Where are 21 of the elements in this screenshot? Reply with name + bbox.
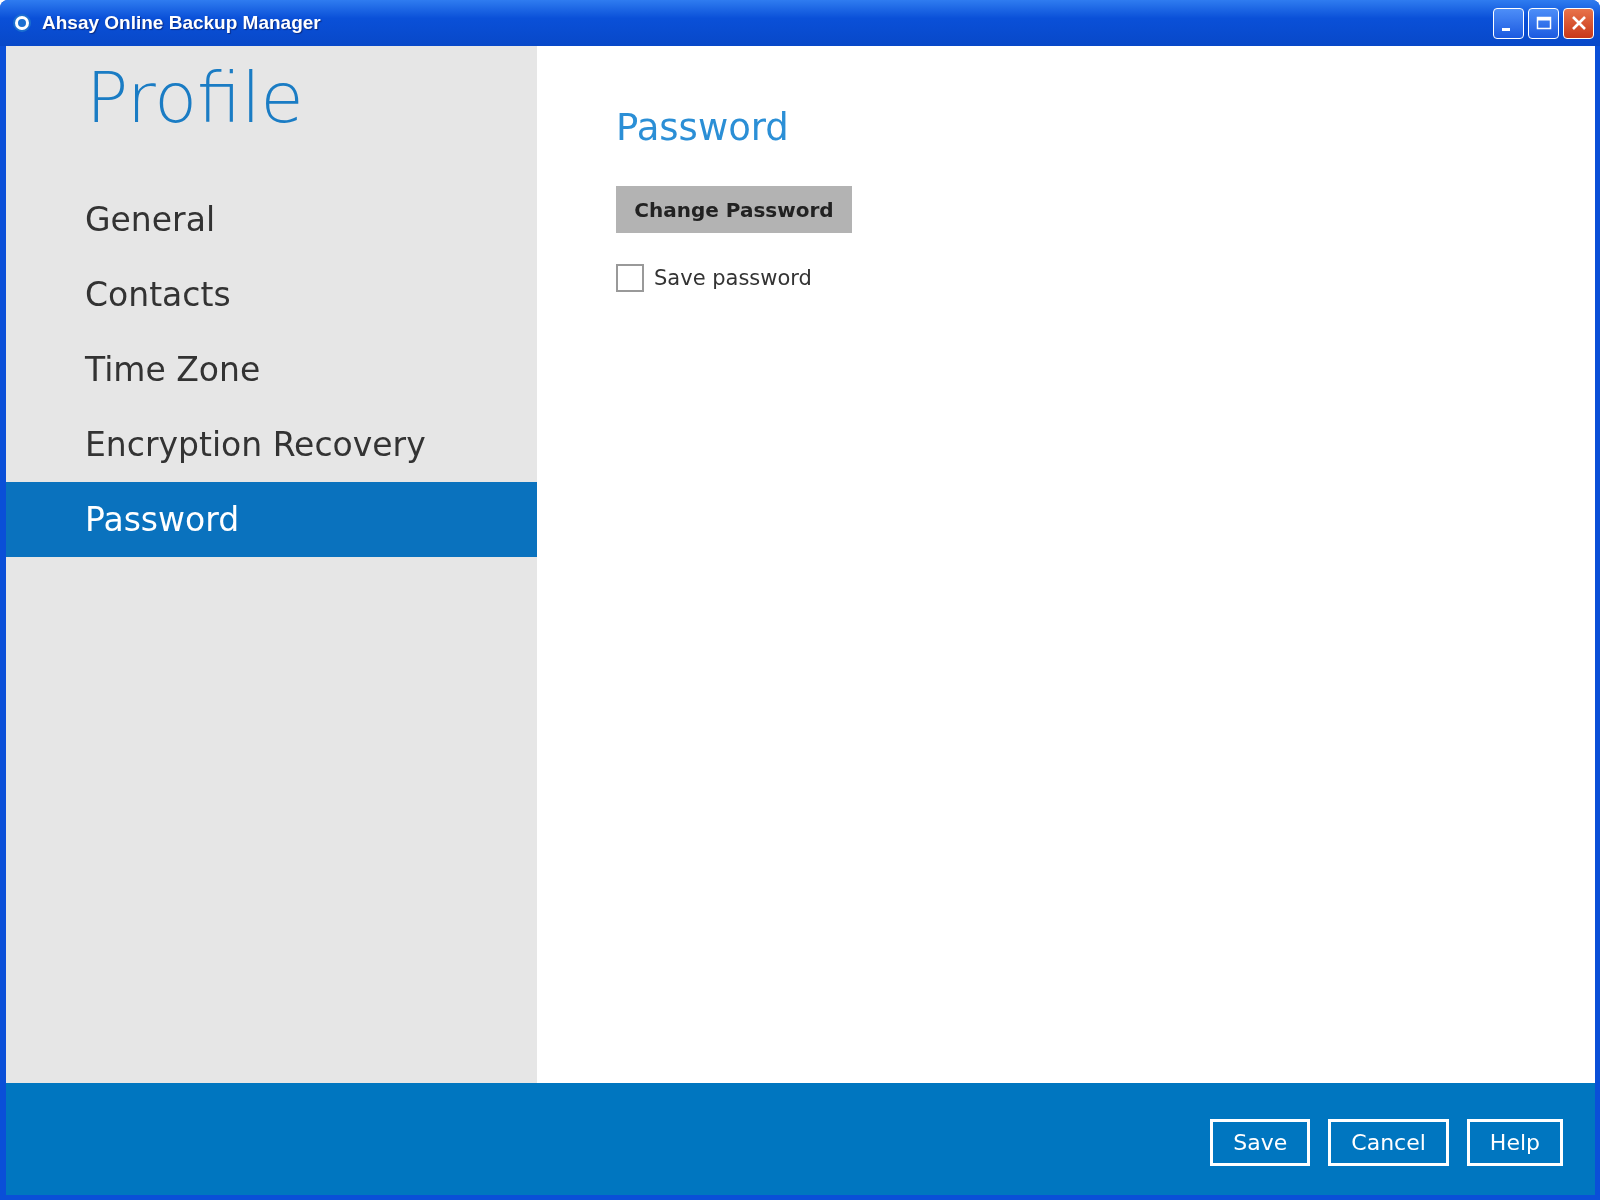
sidebar-item[interactable]: Contacts: [6, 257, 537, 332]
footer-button[interactable]: Help: [1466, 1118, 1563, 1166]
sidebar-title: Profile: [85, 56, 305, 140]
minimize-icon: [1501, 27, 1510, 31]
app-icon: [12, 13, 32, 33]
checkbox-label: Save password: [654, 266, 812, 290]
sidebar-item[interactable]: Password: [6, 482, 537, 557]
sidebar-item[interactable]: General: [6, 182, 537, 257]
close-icon: [1570, 15, 1587, 31]
section-heading: Password: [616, 105, 789, 151]
sidebar-item[interactable]: Encryption Recovery: [6, 407, 537, 482]
change-password-button[interactable]: Change Password: [616, 186, 852, 233]
window-title: Ahsay Online Backup Manager: [42, 12, 321, 34]
maximize-button[interactable]: [1528, 7, 1559, 39]
maximize-icon: [1535, 15, 1552, 31]
sidebar-item[interactable]: Time Zone: [6, 332, 537, 407]
checkbox[interactable]: [616, 264, 644, 292]
footer-button[interactable]: Save: [1210, 1118, 1311, 1166]
minimize-button[interactable]: [1493, 7, 1524, 39]
close-button[interactable]: [1563, 7, 1594, 39]
footer-button[interactable]: Cancel: [1328, 1118, 1449, 1166]
